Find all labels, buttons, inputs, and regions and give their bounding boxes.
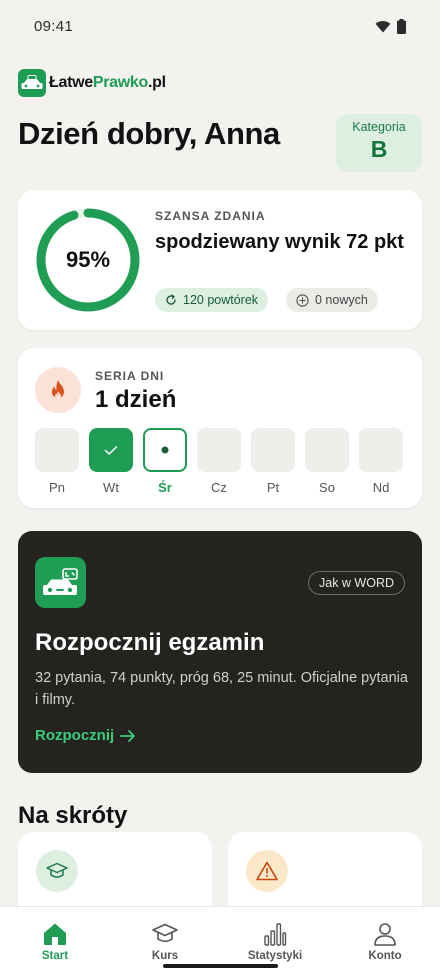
start-exam-label: Rozpocznij — [35, 727, 115, 744]
exam-description: 32 pytania, 74 punkty, próg 68, 25 minut… — [35, 670, 408, 708]
status-icons — [375, 18, 406, 34]
status-time: 09:41 — [34, 17, 74, 35]
nav-label-account: Konto — [368, 950, 402, 962]
chance-percent: 95% — [65, 247, 111, 272]
chance-eyebrow: SZANSA ZDANIA — [155, 209, 266, 223]
streak-day-box — [89, 428, 133, 472]
home-indicator — [163, 964, 278, 968]
brand-part-3: .pl — [147, 74, 166, 91]
streak-day: Pt — [251, 428, 295, 495]
app-logo: ŁatwePrawko.pl — [18, 69, 166, 97]
car-exam-icon — [35, 557, 86, 608]
brand-name: ŁatwePrawko.pl — [49, 74, 166, 92]
graduation-cap-icon — [36, 850, 78, 892]
streak-day-box — [143, 428, 187, 472]
nav-label-start: Start — [41, 950, 69, 962]
exam-title: Rozpocznij egzamin — [35, 629, 265, 656]
greeting-title: Dzień dobry, Anna — [18, 116, 280, 151]
start-exam-card[interactable]: Jak w WORD Rozpocznij egzamin 32 pytania… — [18, 531, 422, 773]
nav-account[interactable]: Konto — [330, 907, 440, 978]
warning-triangle-icon — [246, 850, 288, 892]
dot-icon — [161, 446, 169, 454]
nav-label-statistics: Statystyki — [247, 950, 303, 962]
streak-day-box — [251, 428, 295, 472]
refresh-icon — [166, 294, 176, 305]
shortcuts-title: Na skróty — [18, 802, 128, 829]
category-value: B — [370, 136, 388, 162]
category-selector[interactable]: Kategoria B — [336, 114, 422, 172]
graduation-cap-icon — [152, 923, 178, 943]
streak-card[interactable]: SERIA DNI 1 dzień Pn Wt Śr Cz Pt So Nd — [18, 348, 422, 508]
plus-circle-icon — [296, 293, 309, 307]
repeats-badge[interactable]: 120 powtórek — [155, 288, 269, 312]
streak-day: So — [305, 428, 349, 495]
streak-day-label: Nd — [372, 480, 390, 495]
car-logo-icon — [18, 69, 46, 97]
wifi-icon — [375, 20, 391, 32]
fire-icon — [35, 367, 81, 413]
nav-label-course: Kurs — [151, 950, 179, 962]
streak-day-box — [197, 428, 241, 472]
arrow-right-icon — [120, 729, 136, 742]
streak-eyebrow: SERIA DNI — [95, 369, 165, 383]
category-label: Kategoria — [352, 120, 406, 134]
streak-day-box — [305, 428, 349, 472]
home-icon — [44, 923, 66, 945]
brand-part-1: Łatwe — [49, 74, 93, 91]
brand-part-2: Prawko — [92, 74, 148, 91]
word-badge: Jak w WORD — [308, 571, 405, 595]
status-bar: 09:41 — [0, 0, 440, 52]
streak-day-label: Wt — [103, 480, 119, 495]
streak-day-box — [359, 428, 403, 472]
battery-icon — [397, 18, 406, 34]
streak-day: Śr — [143, 428, 187, 495]
streak-day: Pn — [35, 428, 79, 495]
streak-day: Cz — [197, 428, 241, 495]
streak-day-label: Pn — [49, 480, 65, 495]
exam-chance-card[interactable]: 95% SZANSA ZDANIA spodziewany wynik 72 p… — [18, 190, 422, 330]
streak-day-label: Cz — [211, 480, 227, 495]
check-icon — [104, 445, 118, 455]
streak-day: Wt — [89, 428, 133, 495]
bar-chart-icon — [264, 923, 287, 946]
nav-start[interactable]: Start — [0, 907, 110, 978]
start-exam-link[interactable]: Rozpocznij — [35, 727, 136, 744]
chance-title: spodziewany wynik 72 pkt — [155, 231, 404, 253]
user-icon — [374, 923, 396, 946]
week-days: Pn Wt Śr Cz Pt So Nd — [35, 428, 403, 495]
repeats-label: 120 powtórek — [183, 293, 259, 307]
streak-day-label: So — [319, 480, 335, 495]
streak-day-label: Śr — [158, 480, 172, 495]
new-questions-badge[interactable]: 0 nowych — [286, 288, 378, 312]
new-label: 0 nowych — [315, 293, 368, 307]
streak-day-label: Pt — [266, 480, 280, 495]
streak-value: 1 dzień — [95, 386, 177, 413]
streak-day-box — [35, 428, 79, 472]
streak-day: Nd — [359, 428, 403, 495]
